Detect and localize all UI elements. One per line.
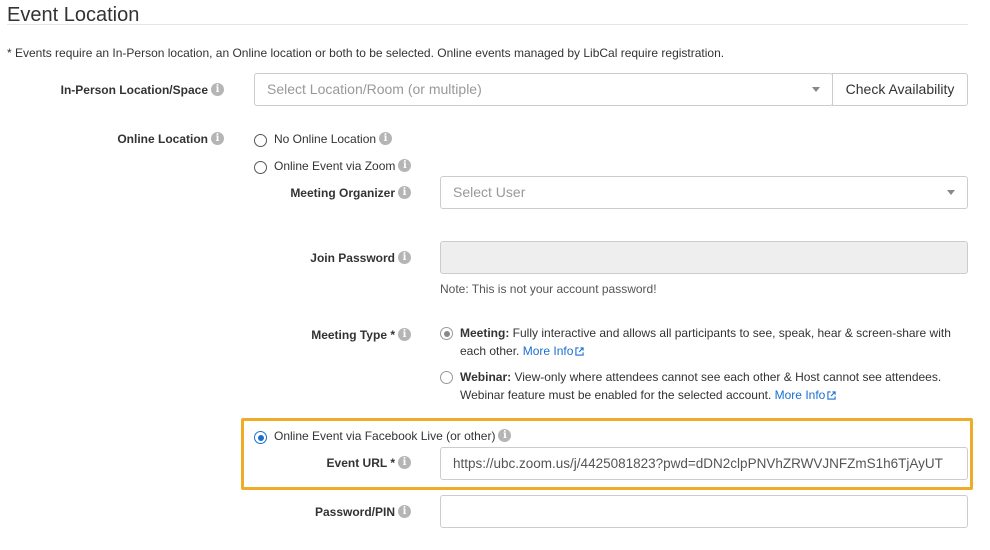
in-person-label-text: In-Person Location/Space: [60, 82, 208, 97]
join-password-input[interactable]: [440, 241, 968, 274]
webinar-option-description: Webinar: View-only where attendees canno…: [460, 368, 975, 404]
meeting-option-description: Meeting: Fully interactive and allows al…: [460, 324, 975, 360]
info-icon[interactable]: i: [398, 159, 412, 173]
meeting-option-title: Meeting:: [460, 326, 510, 340]
online-zoom-text: Online Event via Zoom: [274, 158, 396, 173]
password-pin-label-text: Password/PIN: [314, 504, 395, 519]
event-url-label-text: Event URL *: [326, 455, 395, 470]
radio-online-facebook-live[interactable]: [254, 431, 267, 444]
info-icon[interactable]: i: [398, 505, 411, 519]
meeting-organizer-label: Meeting Organizer i: [290, 185, 411, 200]
online-location-label: Online Location i: [117, 131, 224, 146]
meeting-more-info-link[interactable]: More Info: [523, 344, 574, 358]
join-password-label-text: Join Password: [310, 250, 395, 265]
radio-no-online-location[interactable]: [254, 134, 267, 147]
webinar-option-title: Webinar:: [460, 370, 512, 384]
webinar-more-info-link[interactable]: More Info: [775, 388, 826, 402]
in-person-location-select[interactable]: Select Location/Room (or multiple): [254, 73, 833, 106]
caret-down-icon: [947, 190, 955, 195]
meeting-organizer-placeholder: Select User: [453, 184, 526, 200]
online-facebook-option: Online Event via Facebook Live (or other…: [274, 428, 512, 443]
online-facebook-text: Online Event via Facebook Live (or other…: [274, 428, 496, 443]
radio-meeting-type-meeting[interactable]: [440, 327, 453, 340]
online-zoom-option: Online Event via Zoom i: [274, 158, 412, 173]
meeting-type-label: Meeting Type * i: [311, 327, 411, 342]
in-person-location-placeholder: Select Location/Room (or multiple): [267, 81, 482, 97]
meeting-type-label-text: Meeting Type *: [311, 327, 395, 342]
info-icon[interactable]: i: [398, 456, 411, 470]
password-pin-input[interactable]: [440, 495, 968, 528]
info-icon[interactable]: i: [398, 251, 411, 265]
info-icon[interactable]: i: [211, 83, 224, 97]
meeting-organizer-label-text: Meeting Organizer: [290, 185, 395, 200]
info-icon[interactable]: i: [498, 429, 512, 443]
no-online-location-text: No Online Location: [274, 131, 377, 146]
info-icon[interactable]: i: [379, 132, 393, 146]
info-icon[interactable]: i: [398, 328, 411, 342]
caret-down-icon: [812, 87, 820, 92]
info-icon[interactable]: i: [398, 186, 411, 200]
join-password-label: Join Password i: [310, 250, 411, 265]
check-availability-button[interactable]: Check Availability: [832, 73, 968, 106]
external-link-icon: [827, 391, 836, 400]
info-icon[interactable]: i: [211, 132, 224, 146]
in-person-label: In-Person Location/Space i: [61, 82, 224, 97]
radio-online-zoom[interactable]: [254, 161, 267, 174]
title-divider: [7, 24, 968, 25]
password-pin-label: Password/PIN i: [315, 504, 411, 519]
event-url-input[interactable]: https://ubc.zoom.us/j/4425081823?pwd=dDN…: [440, 447, 968, 480]
join-password-help: Note: This is not your account password!: [440, 282, 657, 296]
no-online-location-option: No Online Location i: [274, 131, 393, 146]
event-url-label: Event URL * i: [327, 455, 411, 470]
webinar-option-text: View-only where attendees cannot see eac…: [460, 370, 942, 402]
requirement-note: * Events require an In-Person location, …: [7, 46, 725, 60]
external-link-icon: [575, 347, 585, 356]
meeting-organizer-select[interactable]: Select User: [440, 176, 968, 209]
radio-meeting-type-webinar[interactable]: [440, 371, 453, 384]
online-location-label-text: Online Location: [117, 131, 208, 146]
